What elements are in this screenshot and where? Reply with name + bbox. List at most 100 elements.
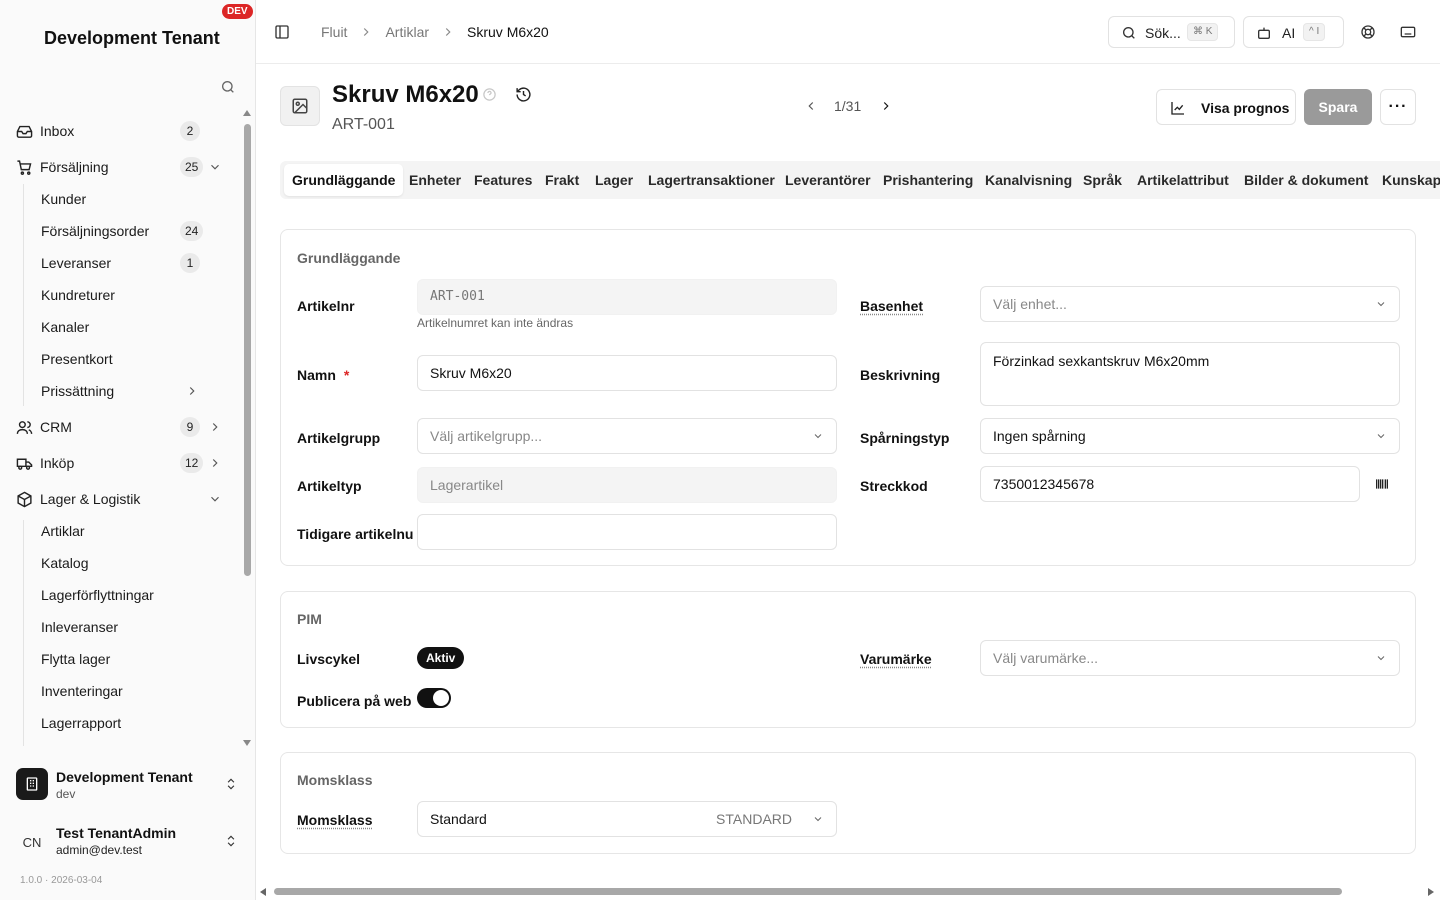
nav-item-articles[interactable]: Artiklar [0,515,238,547]
select-value: Standard [430,811,487,827]
inbox-icon [16,125,33,138]
tab-suppliers[interactable]: Leverantörer [777,164,879,196]
tab-knowledge[interactable]: Kunskaps [1374,164,1440,196]
tracking-type-select[interactable]: Ingen spårning [980,418,1400,454]
card-title: Grundläggande [297,250,401,266]
article-image-placeholder[interactable] [280,86,320,126]
chevron-down-icon [814,817,822,822]
nav-label: Lagerförflyttningar [41,587,154,603]
nav-item-customers[interactable]: Kunder [0,183,238,215]
nav-item-gift-cards[interactable]: Presentkort [0,343,238,375]
global-search-button[interactable]: Sök... ⌘ K [1108,16,1235,48]
tab-price-management[interactable]: Prishantering [875,164,981,196]
tab-shipping[interactable]: Frakt [537,164,587,196]
tab-images-documents[interactable]: Bilder & dokument [1236,164,1376,196]
breadcrumb-current: Skruv M6x20 [467,24,549,40]
tab-features[interactable]: Features [466,164,540,196]
help-icon[interactable] [482,87,497,102]
nav-item-pricing[interactable]: Prissättning [0,375,238,407]
nav-item-catalog[interactable]: Katalog [0,547,238,579]
nav-item-move-stock[interactable]: Flytta lager [0,643,238,675]
nav-item-purchasing[interactable]: Inköp 12 [0,447,238,479]
pim-card: PIM Livscykel Aktiv Publicera på web Var… [280,591,1416,728]
select-placeholder: Välj varumärke... [993,650,1099,666]
tab-basic[interactable]: Grundläggande [284,164,404,196]
chevron-right-icon [445,28,451,36]
toggle-knob [433,690,449,706]
description-textarea[interactable]: Förzinkad sexkantskruv M6x20mm [980,342,1400,406]
vat-class-select[interactable]: Standard STANDARD [417,801,837,837]
nav-label: Katalog [41,555,89,571]
tab-stock-transactions[interactable]: Lagertransaktioner [640,164,783,196]
count-badge: 2 [180,121,200,141]
user-menu[interactable]: CN Test TenantAdmin admin@dev.test [0,814,255,870]
tab-units[interactable]: Enheter [401,164,469,196]
chevron-down-icon [1377,434,1385,439]
org-slug: dev [56,787,76,801]
nav-item-crm[interactable]: CRM 9 [0,411,238,443]
chevron-down-icon [1377,656,1385,661]
sidebar-toggle-icon[interactable] [274,24,290,40]
select-placeholder: Välj artikelgrupp... [430,428,543,444]
nav-item-stock-report[interactable]: Lagerrapport [0,707,238,739]
chevron-down-icon [211,496,219,502]
nav-item-inbound-deliveries[interactable]: Inleveranser [0,611,238,643]
breadcrumb-link[interactable]: Fluit [321,24,347,40]
sidebar-scrollbar[interactable] [242,110,252,750]
scroll-thumb[interactable] [244,124,251,576]
user-name: Test TenantAdmin [56,825,177,841]
article-group-select[interactable]: Välj artikelgrupp... [417,418,837,454]
env-badge: DEV [222,4,253,19]
field-label: Basenhet [860,298,924,314]
keyboard-icon[interactable] [1400,24,1416,40]
ai-button[interactable]: AI ^ I [1243,16,1344,48]
chevron-left-icon[interactable] [804,99,818,113]
breadcrumb-link[interactable]: Artiklar [385,24,429,40]
tab-article-attributes[interactable]: Artikelattribut [1129,164,1237,196]
org-name: Development Tenant [56,769,193,785]
lifecycle-badge[interactable]: Aktiv [417,647,465,669]
sidebar-nav: Inbox 2 Försäljning 25 Kunder Försäljnin… [0,114,238,750]
scroll-thumb[interactable] [274,888,1342,895]
scroll-left-arrow[interactable] [260,888,266,896]
scroll-down-arrow[interactable] [243,740,251,746]
truck-icon [16,458,33,470]
article-tabs: Grundläggande Enheter Features Frakt Lag… [280,161,1440,199]
nav-item-stocktakes[interactable]: Inventeringar [0,675,238,707]
org-switcher[interactable]: Development Tenant dev [0,758,255,814]
nav-item-warehouse[interactable]: Lager & Logistik [0,483,238,515]
save-button[interactable]: Spara [1304,89,1372,125]
nav-item-stock-transfers[interactable]: Lagerförflyttningar [0,579,238,611]
field-label: Artikelgrupp [297,430,381,446]
nav-item-customer-returns[interactable]: Kundreturer [0,279,238,311]
more-actions-button[interactable]: ··· [1380,89,1416,125]
scroll-up-arrow[interactable] [243,110,251,116]
chevron-right-icon [364,28,370,36]
chevron-right-icon[interactable] [879,99,893,113]
field-label: Tidigare artikelnu [297,526,414,542]
history-icon[interactable] [515,86,532,103]
brand-select[interactable]: Välj varumärke... [980,640,1400,676]
previous-article-number-field[interactable] [417,514,837,550]
barcode-field[interactable]: 7350012345678 [980,466,1360,502]
barcode-icon[interactable] [1374,476,1390,492]
tab-channel-visibility[interactable]: Kanalvisning [977,164,1080,196]
help-circle-icon[interactable] [1360,24,1376,40]
field-label: Livscykel [297,651,361,667]
name-field[interactable]: Skruv M6x20 [417,355,837,391]
chevrons-up-down-icon [227,778,235,790]
publish-web-toggle[interactable] [417,688,451,708]
search-icon[interactable] [220,79,236,95]
nav-item-inbox[interactable]: Inbox 2 [0,115,238,147]
nav-label: Flytta lager [41,651,111,667]
nav-item-sales[interactable]: Försäljning 25 [0,151,238,183]
nav-item-channels[interactable]: Kanaler [0,311,238,343]
main-horizontal-scrollbar[interactable] [258,886,1440,898]
scroll-right-arrow[interactable] [1428,888,1434,896]
nav-item-deliveries[interactable]: Leveranser 1 [0,247,238,279]
tab-stock[interactable]: Lager [587,164,641,196]
nav-item-sales-orders[interactable]: Försäljningsorder 24 [0,215,238,247]
show-forecast-button[interactable]: Visa prognos [1156,89,1296,125]
base-unit-select[interactable]: Välj enhet... [980,286,1400,322]
tab-languages[interactable]: Språk [1075,164,1130,196]
